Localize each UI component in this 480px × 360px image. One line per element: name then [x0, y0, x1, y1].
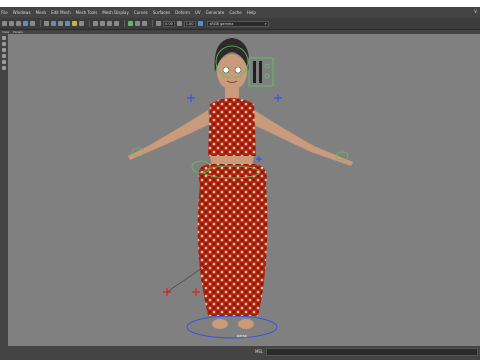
menu-mesh[interactable]: Mesh [36, 10, 47, 15]
scene-render [128, 38, 353, 339]
left-foot [212, 319, 228, 329]
toolbar-divider [124, 20, 125, 27]
antialiasing-icon[interactable] [135, 21, 140, 26]
command-input[interactable] [266, 348, 478, 356]
toolbar-divider [152, 20, 153, 27]
dress-skirt [197, 164, 268, 316]
menu-surfaces[interactable]: Surfaces [153, 10, 170, 15]
knee-pole-right[interactable] [192, 288, 200, 296]
gamma-icon[interactable] [176, 21, 182, 26]
chevron-down-icon: ▾ [264, 21, 267, 26]
menu-curves[interactable]: Curves [134, 10, 148, 15]
lights-icon[interactable] [72, 21, 77, 26]
dress-top [208, 98, 256, 156]
toolbar-divider [89, 20, 90, 27]
left-eye [222, 66, 230, 74]
left-arm [128, 110, 210, 160]
elbow-pole-right[interactable] [274, 94, 282, 102]
menu-mesh-display[interactable]: Mesh Display [102, 10, 129, 15]
menu-edit-mesh[interactable]: Edit Mesh [51, 10, 71, 15]
menu-deform[interactable]: Deform [175, 10, 190, 15]
exposure-icon[interactable] [156, 21, 161, 26]
root-controller[interactable] [186, 315, 278, 339]
face-slider[interactable] [253, 61, 256, 83]
menu-uv[interactable]: UV [195, 10, 201, 15]
paint-select-tool-icon[interactable] [2, 48, 6, 52]
right-arm [252, 110, 353, 166]
tool-box [0, 34, 8, 346]
right-eye [234, 66, 242, 74]
shadows-icon[interactable] [79, 21, 84, 26]
window-control-icon[interactable]: V [474, 9, 477, 14]
head [217, 54, 247, 90]
camera-label: persp [237, 334, 247, 338]
menu-generate[interactable]: Generate [206, 10, 225, 15]
view-transform-dropdown[interactable]: sRGB gamma ▾ [206, 20, 269, 27]
ambient-occlusion-icon[interactable] [128, 21, 133, 26]
lock-camera-icon[interactable] [9, 21, 14, 26]
menu-cache[interactable]: Cache [229, 10, 241, 15]
menu-windows[interactable]: Windows [13, 10, 31, 15]
menu-help[interactable]: Help [247, 10, 256, 15]
viewport-toolbar: 0.00 1.00 sRGB gamma ▾ [0, 18, 480, 30]
face-controller[interactable] [264, 63, 270, 69]
textured-icon[interactable] [65, 21, 70, 26]
scale-tool-icon[interactable] [2, 66, 6, 70]
face-controller[interactable] [264, 73, 270, 79]
rotate-tool-icon[interactable] [2, 60, 6, 64]
isolate-select-icon[interactable] [93, 21, 98, 26]
command-line-bar: MEL [0, 346, 480, 360]
view-transform-value: sRGB gamma [209, 21, 234, 26]
bookmark-icon[interactable] [16, 21, 21, 26]
menu-file[interactable]: File [1, 10, 8, 15]
main-menubar: File Windows Mesh Edit Mesh Mesh Tools M… [0, 7, 480, 18]
xray-icon[interactable] [100, 21, 105, 26]
xray-joints-icon[interactable] [107, 21, 112, 26]
3d-viewport[interactable]: persp [8, 34, 480, 346]
toolbar-divider [40, 20, 41, 27]
select-camera-icon[interactable] [2, 21, 7, 26]
image-plane-icon[interactable] [23, 21, 28, 26]
smooth-shade-icon[interactable] [51, 21, 56, 26]
wireframe-icon[interactable] [44, 21, 49, 26]
backface-culling-icon[interactable] [114, 21, 119, 26]
lasso-tool-icon[interactable] [2, 42, 6, 46]
elbow-pole-left[interactable] [187, 94, 195, 102]
face-slider[interactable] [259, 61, 262, 83]
wireframe-on-shaded-icon[interactable] [58, 21, 63, 26]
depth-of-field-icon[interactable] [142, 21, 147, 26]
exposure-field[interactable]: 0.00 [163, 20, 175, 27]
select-tool-icon[interactable] [2, 36, 6, 40]
move-tool-icon[interactable] [2, 54, 6, 58]
right-foot [238, 319, 254, 329]
color-management-icon[interactable] [197, 21, 203, 26]
spine-controller[interactable] [256, 156, 262, 162]
gamma-field[interactable]: 1.00 [183, 20, 196, 27]
grid-icon[interactable] [30, 21, 35, 26]
title-strip [0, 0, 480, 7]
menu-mesh-tools[interactable]: Mesh Tools [76, 10, 98, 15]
mel-label[interactable]: MEL [255, 349, 263, 354]
